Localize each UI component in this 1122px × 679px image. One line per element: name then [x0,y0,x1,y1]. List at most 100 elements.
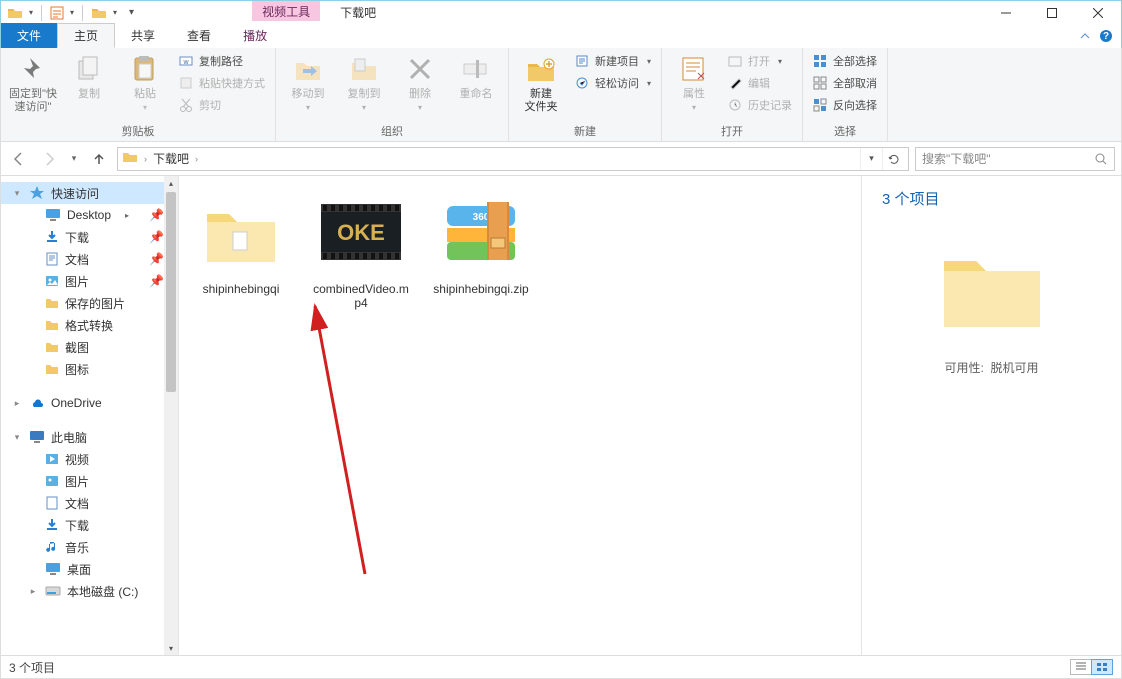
copy-button[interactable]: 复制 [63,50,115,101]
chevron-right-icon[interactable]: › [144,154,147,164]
tree-pictures2[interactable]: ▸图片 [1,470,178,492]
new-folder-button[interactable]: 新建 文件夹 [515,50,567,114]
navigation-pane: ▾快速访问 ▸Desktop▸📌 ▸下载📌 ▸文档📌 ▸图片📌 ▸保存的图片 ▸… [1,176,179,655]
pin-icon: 📌 [149,208,164,222]
tree-quick-access[interactable]: ▾快速访问 [1,182,178,204]
collapse-ribbon-icon[interactable] [1079,30,1091,42]
tree-downloads[interactable]: ▸下载📌 [1,226,178,248]
chevron-down-icon[interactable]: ▾ [29,8,33,17]
details-availability: 可用性: 脱机可用 [882,359,1101,376]
tab-view[interactable]: 查看 [171,23,227,48]
recent-dropdown[interactable]: ▾ [67,147,81,171]
invert-selection-button[interactable]: 反向选择 [809,94,881,116]
tree-this-pc[interactable]: ▾此电脑 [1,426,178,448]
copy-path-button[interactable]: w复制路径 [175,50,269,72]
tree-screenshot[interactable]: ▸截图 [1,336,178,358]
pin-icon: 📌 [149,274,164,288]
file-item-zip[interactable]: 360 ZIP shipinhebingqi.zip [433,188,529,296]
search-input[interactable]: 搜索"下载吧" [915,147,1115,171]
tab-home[interactable]: 主页 [57,23,115,48]
folder-icon [91,5,107,21]
svg-text:w: w [182,59,189,66]
move-to-button[interactable]: 移动到▾ [282,50,334,114]
svg-text:?: ? [1103,31,1109,42]
properties-icon[interactable] [50,6,64,20]
history-button[interactable]: 历史记录 [724,94,796,116]
navigation-bar: ▾ › 下载吧 › ▾ 搜索"下载吧" [0,142,1122,176]
maximize-button[interactable] [1029,1,1075,24]
close-button[interactable] [1075,1,1121,24]
tree-downloads2[interactable]: ▸下载 [1,514,178,536]
window-title: 下载吧 [340,1,376,21]
overflow-icon[interactable]: ▾ [129,7,134,18]
tree-icons[interactable]: ▸图标 [1,358,178,380]
minimize-button[interactable] [983,1,1029,24]
view-large-icons-button[interactable] [1091,659,1113,675]
up-button[interactable] [87,147,111,171]
details-folder-icon [882,237,1101,337]
folder-icon [122,149,138,168]
group-label-organize: 组织 [282,121,502,141]
select-none-button[interactable]: 全部取消 [809,72,881,94]
tree-desktop2[interactable]: ▸桌面 [1,558,178,580]
paste-shortcut-button[interactable]: 粘贴快捷方式 [175,72,269,94]
file-item-video[interactable]: OKE combinedVideo.mp4 [313,188,409,310]
video-tools-header: 视频工具 [252,1,320,21]
help-icon[interactable]: ? [1099,29,1113,43]
tree-desktop[interactable]: ▸Desktop▸📌 [1,204,178,226]
annotation-arrow [295,294,385,594]
edit-button[interactable]: 编辑 [724,72,796,94]
address-dropdown-icon[interactable]: ▾ [860,148,882,170]
svg-text:OKE: OKE [337,220,385,245]
separator [41,5,42,21]
group-label-new: 新建 [515,121,655,141]
group-label-clipboard: 剪贴板 [7,121,269,141]
tree-local-c[interactable]: ▸本地磁盘 (C:) [1,580,178,602]
folder-icon [7,5,23,21]
view-details-button[interactable] [1070,659,1092,675]
refresh-button[interactable] [882,148,904,170]
easy-access-button[interactable]: 轻松访问▾ [571,72,655,94]
pin-to-quick-access-button[interactable]: 固定到"快 速访问" [7,50,59,114]
tree-documents[interactable]: ▸文档📌 [1,248,178,270]
titlebar: ▾ ▾ ▾ ▾ 视频工具 下载吧 [0,0,1122,23]
nav-scrollbar[interactable]: ▴▾ [164,176,178,655]
tree-music[interactable]: ▸音乐 [1,536,178,558]
file-item-folder[interactable]: shipinhebingqi [193,188,289,296]
tab-file[interactable]: 文件 [1,23,57,48]
new-item-button[interactable]: 新建项目▾ [571,50,655,72]
tree-onedrive[interactable]: ▸OneDrive [1,392,178,414]
ribbon: 固定到"快 速访问" 复制 粘贴▾ w复制路径 粘贴快捷方式 剪切 剪贴板 移动… [0,48,1122,142]
window-controls [983,1,1121,24]
properties-button[interactable]: 属性▾ [668,50,720,114]
ribbon-tabs: 文件 主页 共享 查看 播放 ? [0,23,1122,48]
tab-play[interactable]: 播放 [227,23,283,48]
main-area: ▾快速访问 ▸Desktop▸📌 ▸下载📌 ▸文档📌 ▸图片📌 ▸保存的图片 ▸… [0,176,1122,656]
search-placeholder: 搜索"下载吧" [922,150,1094,167]
breadcrumb[interactable]: 下载吧 [153,150,189,167]
copy-to-button[interactable]: 复制到▾ [338,50,390,114]
forward-button[interactable] [37,147,61,171]
file-view[interactable]: shipinhebingqi OKE combinedVideo.mp4 360… [179,176,861,655]
paste-button[interactable]: 粘贴▾ [119,50,171,114]
pin-icon: 📌 [149,252,164,266]
select-all-button[interactable]: 全部选择 [809,50,881,72]
status-item-count: 3 个项目 [9,659,55,676]
delete-button[interactable]: 删除▾ [394,50,446,114]
chevron-down-icon[interactable]: ▾ [70,8,74,17]
tree-saved-pictures[interactable]: ▸保存的图片 [1,292,178,314]
chevron-right-icon[interactable]: › [195,154,198,164]
pin-icon: 📌 [149,230,164,244]
tree-format-convert[interactable]: ▸格式转换 [1,314,178,336]
chevron-down-icon[interactable]: ▾ [113,8,117,17]
tree-pictures[interactable]: ▸图片📌 [1,270,178,292]
tab-share[interactable]: 共享 [115,23,171,48]
rename-button[interactable]: 重命名 [450,50,502,101]
address-bar[interactable]: › 下载吧 › ▾ [117,147,909,171]
details-count: 3 个项目 [882,188,1101,209]
tree-documents2[interactable]: ▸文档 [1,492,178,514]
back-button[interactable] [7,147,31,171]
open-button[interactable]: 打开▾ [724,50,796,72]
cut-button[interactable]: 剪切 [175,94,269,116]
tree-videos[interactable]: ▸视频 [1,448,178,470]
